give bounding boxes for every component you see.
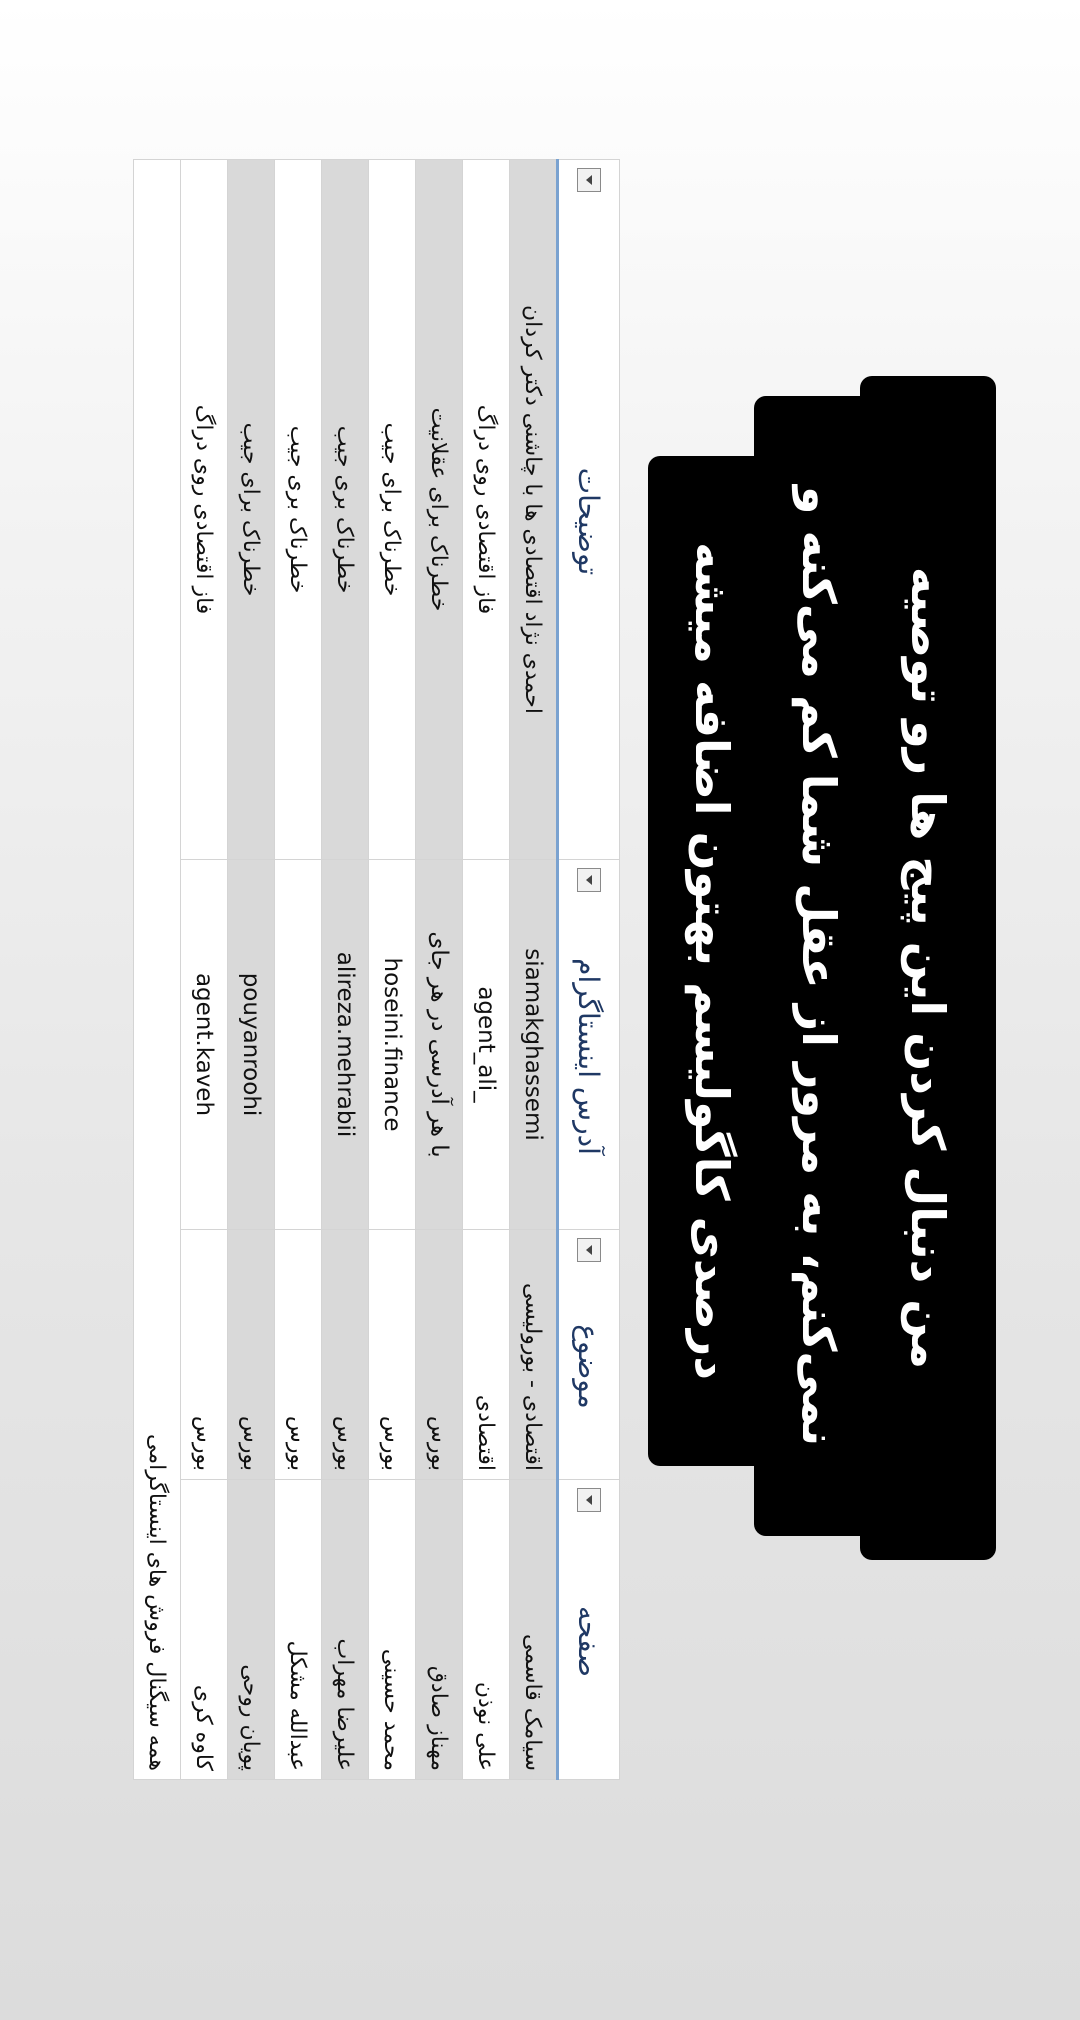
cell-topic[interactable]: بورس — [415, 1229, 463, 1480]
header-page-label: صفحه — [572, 1605, 606, 1678]
table-row: محمد حسینی بورس hoseini.finance خطرناک ب… — [368, 159, 416, 1780]
cell-page[interactable]: محمد حسینی — [368, 1479, 416, 1780]
footer-note: همه سیگنال فروش های اینستاگرامی — [133, 159, 181, 1780]
cell-description[interactable]: خطرناک برای جیب — [368, 159, 416, 860]
filter-dropdown-icon[interactable] — [577, 168, 601, 192]
header-topic-label: موضوع — [572, 1324, 606, 1409]
table-row: سیامک قاسمی اقتصادی - بورولیسی siamakgha… — [509, 159, 558, 1780]
cell-topic[interactable]: اقتصادی - بورولیسی — [509, 1229, 558, 1480]
table-row: علیرضا مهراب بورس alireza.mehrabii خطرنا… — [321, 159, 369, 1780]
cell-description[interactable]: خطرناک برای جیب — [227, 159, 275, 860]
table-row: پویان روحی بورس pouyanroohi خطرناک برای … — [227, 159, 275, 1780]
cell-description[interactable]: فاز اقتصادی روی دراگ — [180, 159, 228, 860]
filter-dropdown-icon[interactable] — [577, 1488, 601, 1512]
caption-overlay: من دنبال کردن این پیج ها رو توصیه نمی‌کن… — [648, 376, 996, 1560]
cell-topic[interactable]: بورس — [321, 1229, 369, 1480]
cell-page[interactable]: پویان روحی — [227, 1479, 275, 1780]
caption-line-2-text: نمی‌کنم، به مرور از عقل شما کم می‌کنه و — [792, 485, 846, 1447]
caption-line-3-text: درصدی کاگولیسم بهتون اضافه میشه — [685, 542, 739, 1380]
spreadsheet: صفحه موضوع آدرس اینستاگرام توضیحات سیامک… — [133, 159, 620, 1780]
cell-page[interactable]: علی نوذن — [462, 1479, 510, 1780]
cell-topic[interactable]: اقتصادی — [462, 1229, 510, 1480]
cell-page[interactable]: علیرضا مهراب — [321, 1479, 369, 1780]
cell-topic[interactable]: بورس — [368, 1229, 416, 1480]
pages-table: صفحه موضوع آدرس اینستاگرام توضیحات سیامک… — [133, 159, 620, 1780]
cell-instagram[interactable]: agent.kaveh — [180, 859, 228, 1230]
footer-row: همه سیگنال فروش های اینستاگرامی — [133, 159, 181, 1780]
cell-page[interactable]: کاوه کری — [180, 1479, 228, 1780]
cell-description[interactable]: احمدی نژاد اقتصادی ها با چاشنی دکتر کردا… — [509, 159, 558, 860]
caption-line-3: درصدی کاگولیسم بهتون اضافه میشه — [648, 456, 776, 1466]
filter-dropdown-icon[interactable] — [577, 1238, 601, 1262]
cell-topic[interactable]: بورس — [227, 1229, 275, 1480]
header-instagram-label: آدرس اینستاگرام — [572, 958, 606, 1155]
cell-instagram[interactable]: _agent_ali — [462, 859, 510, 1230]
header-row: صفحه موضوع آدرس اینستاگرام توضیحات — [557, 159, 620, 1780]
cell-description[interactable]: فاز اقتصادی روی دراگ — [462, 159, 510, 860]
cell-topic[interactable]: بورس — [274, 1229, 322, 1480]
table-row: علی نوذن اقتصادی _agent_ali فاز اقتصادی … — [462, 159, 510, 1780]
cell-description[interactable]: خطرناک برای عقلانیت — [415, 159, 463, 860]
cell-description[interactable]: خطرناک بری جیب — [321, 159, 369, 860]
table-row: کاوه کری بورس agent.kaveh فاز اقتصادی رو… — [180, 159, 228, 1780]
cell-topic[interactable]: بورس — [180, 1229, 228, 1480]
header-topic: موضوع — [557, 1229, 620, 1480]
table-row: عبدالله مشکل بورس خطرناک بری جیب — [274, 159, 322, 1780]
header-page: صفحه — [557, 1479, 620, 1780]
header-description-label: توضیحات — [572, 467, 606, 576]
cell-description[interactable]: خطرناک بری جیب — [274, 159, 322, 860]
cell-page[interactable]: مهناز صادق — [415, 1479, 463, 1780]
cell-page[interactable]: عبدالله مشکل — [274, 1479, 322, 1780]
header-description: توضیحات — [557, 159, 620, 860]
cell-instagram[interactable]: pouyanroohi — [227, 859, 275, 1230]
cell-instagram[interactable]: alireza.mehrabii — [321, 859, 369, 1230]
header-instagram: آدرس اینستاگرام — [557, 859, 620, 1230]
caption-line-1-text: من دنبال کردن این پیج ها رو توصیه — [901, 566, 955, 1370]
cell-instagram[interactable] — [274, 859, 322, 1230]
filter-dropdown-icon[interactable] — [577, 868, 601, 892]
cell-instagram[interactable]: siamakghassemi — [509, 859, 558, 1230]
cell-page[interactable]: سیامک قاسمی — [509, 1479, 558, 1780]
cell-instagram[interactable]: hoseini.finance — [368, 859, 416, 1230]
table-row: مهناز صادق بورس با هر آدرسی در هر جای خط… — [415, 159, 463, 1780]
cell-instagram[interactable]: با هر آدرسی در هر جای — [415, 859, 463, 1230]
